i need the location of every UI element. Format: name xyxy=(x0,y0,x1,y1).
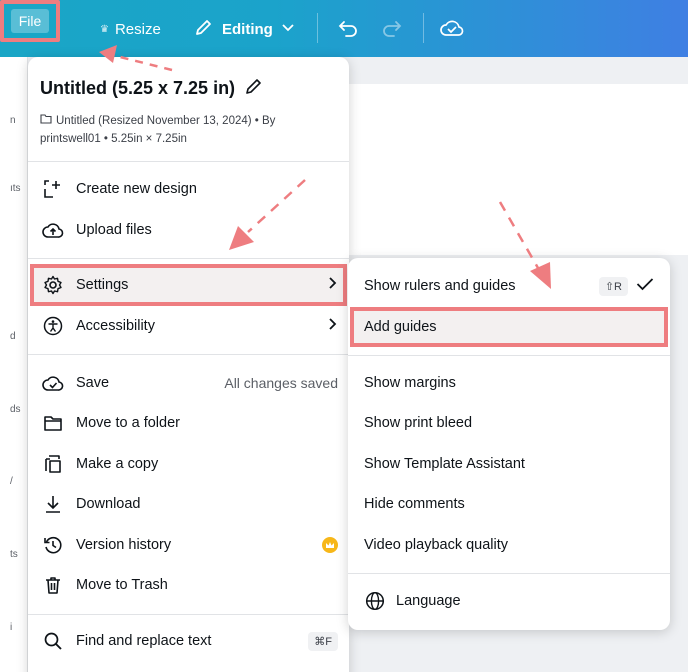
menu-divider xyxy=(348,355,670,356)
design-info-line2: printswell01 • 5.25in × 7.25in xyxy=(40,133,187,145)
history-icon xyxy=(42,534,64,556)
trash-icon xyxy=(42,574,64,596)
submenu-item-label: Show margins xyxy=(364,375,456,391)
design-info-line1: Untitled (Resized November 13, 2024) • B… xyxy=(56,115,276,127)
top-toolbar: File ♛ Resize Editing xyxy=(0,0,688,57)
side-panel-label: / xyxy=(10,476,13,487)
design-info: Untitled (Resized November 13, 2024) • B… xyxy=(40,112,330,148)
chevron-down-icon xyxy=(281,20,295,38)
show-margins-item[interactable]: Show margins xyxy=(364,368,654,398)
side-panel-label: n xyxy=(10,115,16,126)
file-button-label: File xyxy=(10,9,50,33)
gear-icon xyxy=(42,274,64,296)
crown-icon: ♛ xyxy=(100,23,109,35)
chevron-right-icon xyxy=(326,317,338,335)
add-guides-item[interactable]: Add guides xyxy=(364,312,654,342)
submenu-item-label: Show print bleed xyxy=(364,415,473,431)
cloud-saved-icon[interactable] xyxy=(440,16,464,40)
search-icon xyxy=(42,630,64,652)
toolbar-divider xyxy=(317,13,318,43)
pencil-icon[interactable] xyxy=(245,77,263,100)
design-title[interactable]: Untitled (5.25 x 7.25 in) xyxy=(40,77,263,100)
menu-item-label: Save xyxy=(76,375,110,391)
side-panel-label: d xyxy=(10,331,16,342)
accessibility-item[interactable]: Accessibility xyxy=(42,311,338,341)
menu-item-label: Settings xyxy=(76,277,129,293)
download-item[interactable]: Download xyxy=(42,489,338,519)
language-item[interactable]: Language xyxy=(364,586,654,616)
folder-icon xyxy=(40,112,52,130)
menu-item-label: Accessibility xyxy=(76,318,155,334)
pencil-icon xyxy=(194,17,214,41)
show-rulers-item[interactable]: Show rulers and guides ⇧R xyxy=(364,271,654,301)
show-template-assistant-item[interactable]: Show Template Assistant xyxy=(364,449,654,479)
copy-icon xyxy=(42,453,64,475)
create-new-design-item[interactable]: Create new design xyxy=(42,174,338,204)
file-menu: Untitled (5.25 x 7.25 in) Untitled (Resi… xyxy=(28,57,349,672)
menu-item-label: Download xyxy=(76,496,141,512)
video-playback-quality-item[interactable]: Video playback quality xyxy=(364,530,654,560)
menu-item-label: Find and replace text xyxy=(76,633,212,649)
menu-item-label: Create new design xyxy=(76,181,197,197)
menu-divider xyxy=(28,614,349,615)
version-history-item[interactable]: Version history xyxy=(42,530,338,560)
accessibility-icon xyxy=(42,315,64,337)
submenu-item-label: Show rulers and guides xyxy=(364,278,516,294)
resize-label: Resize xyxy=(114,20,161,38)
design-title-text: Untitled (5.25 x 7.25 in) xyxy=(40,78,236,98)
left-side-panel: n ıts d ds / ts i xyxy=(0,57,28,672)
side-panel-label: i xyxy=(10,622,13,633)
submenu-item-label: Show Template Assistant xyxy=(364,456,525,472)
find-replace-item[interactable]: Find and replace text ⌘F xyxy=(42,626,338,656)
file-button[interactable]: File xyxy=(0,0,60,42)
show-print-bleed-item[interactable]: Show print bleed xyxy=(364,408,654,438)
plus-bracket-icon xyxy=(42,178,64,200)
toolbar-divider xyxy=(423,13,424,43)
menu-item-label: Move to Trash xyxy=(76,577,168,593)
save-status: All changes saved xyxy=(224,375,338,391)
move-to-trash-item[interactable]: Move to Trash xyxy=(42,570,338,600)
settings-item[interactable]: Settings xyxy=(42,270,338,300)
folder-icon xyxy=(42,412,64,434)
menu-item-label: Version history xyxy=(76,537,172,553)
side-panel-label: ıts xyxy=(10,183,21,194)
hide-comments-item[interactable]: Hide comments xyxy=(364,489,654,519)
save-item[interactable]: Save All changes saved xyxy=(42,368,338,398)
redo-icon[interactable] xyxy=(380,16,404,40)
make-a-copy-item[interactable]: Make a copy xyxy=(42,449,338,479)
editing-label: Editing xyxy=(222,20,273,38)
side-panel-label: ts xyxy=(10,549,18,560)
move-to-folder-item[interactable]: Move to a folder xyxy=(42,408,338,438)
editing-mode-button[interactable]: Editing xyxy=(194,14,295,44)
submenu-item-label: Video playback quality xyxy=(364,537,509,553)
settings-submenu: Show rulers and guides ⇧R Add guides Sho… xyxy=(348,258,670,630)
chevron-right-icon xyxy=(326,276,338,294)
design-page[interactable] xyxy=(348,84,688,255)
menu-divider xyxy=(28,258,349,259)
menu-item-label: Move to a folder xyxy=(76,415,180,431)
resize-button[interactable]: ♛ Resize xyxy=(100,14,161,44)
submenu-item-label: Add guides xyxy=(364,319,437,335)
crown-icon xyxy=(322,537,338,553)
undo-icon[interactable] xyxy=(336,16,360,40)
menu-divider xyxy=(28,354,349,355)
side-panel-label: ds xyxy=(10,404,21,415)
menu-item-label: Make a copy xyxy=(76,456,159,472)
menu-item-label: Upload files xyxy=(76,222,152,238)
menu-divider xyxy=(348,573,670,574)
download-icon xyxy=(42,493,64,515)
submenu-item-label: Language xyxy=(396,593,461,609)
cloud-check-icon xyxy=(42,372,64,394)
shortcut-badge: ⇧R xyxy=(598,276,628,296)
menu-divider xyxy=(28,161,349,162)
submenu-item-label: Hide comments xyxy=(364,496,465,512)
cloud-upload-icon xyxy=(42,219,64,241)
shortcut-badge: ⌘F xyxy=(308,631,338,651)
checkmark-icon xyxy=(636,277,654,295)
shortcut-group: ⇧R xyxy=(598,276,654,296)
upload-files-item[interactable]: Upload files xyxy=(42,215,338,245)
globe-icon xyxy=(364,590,386,612)
